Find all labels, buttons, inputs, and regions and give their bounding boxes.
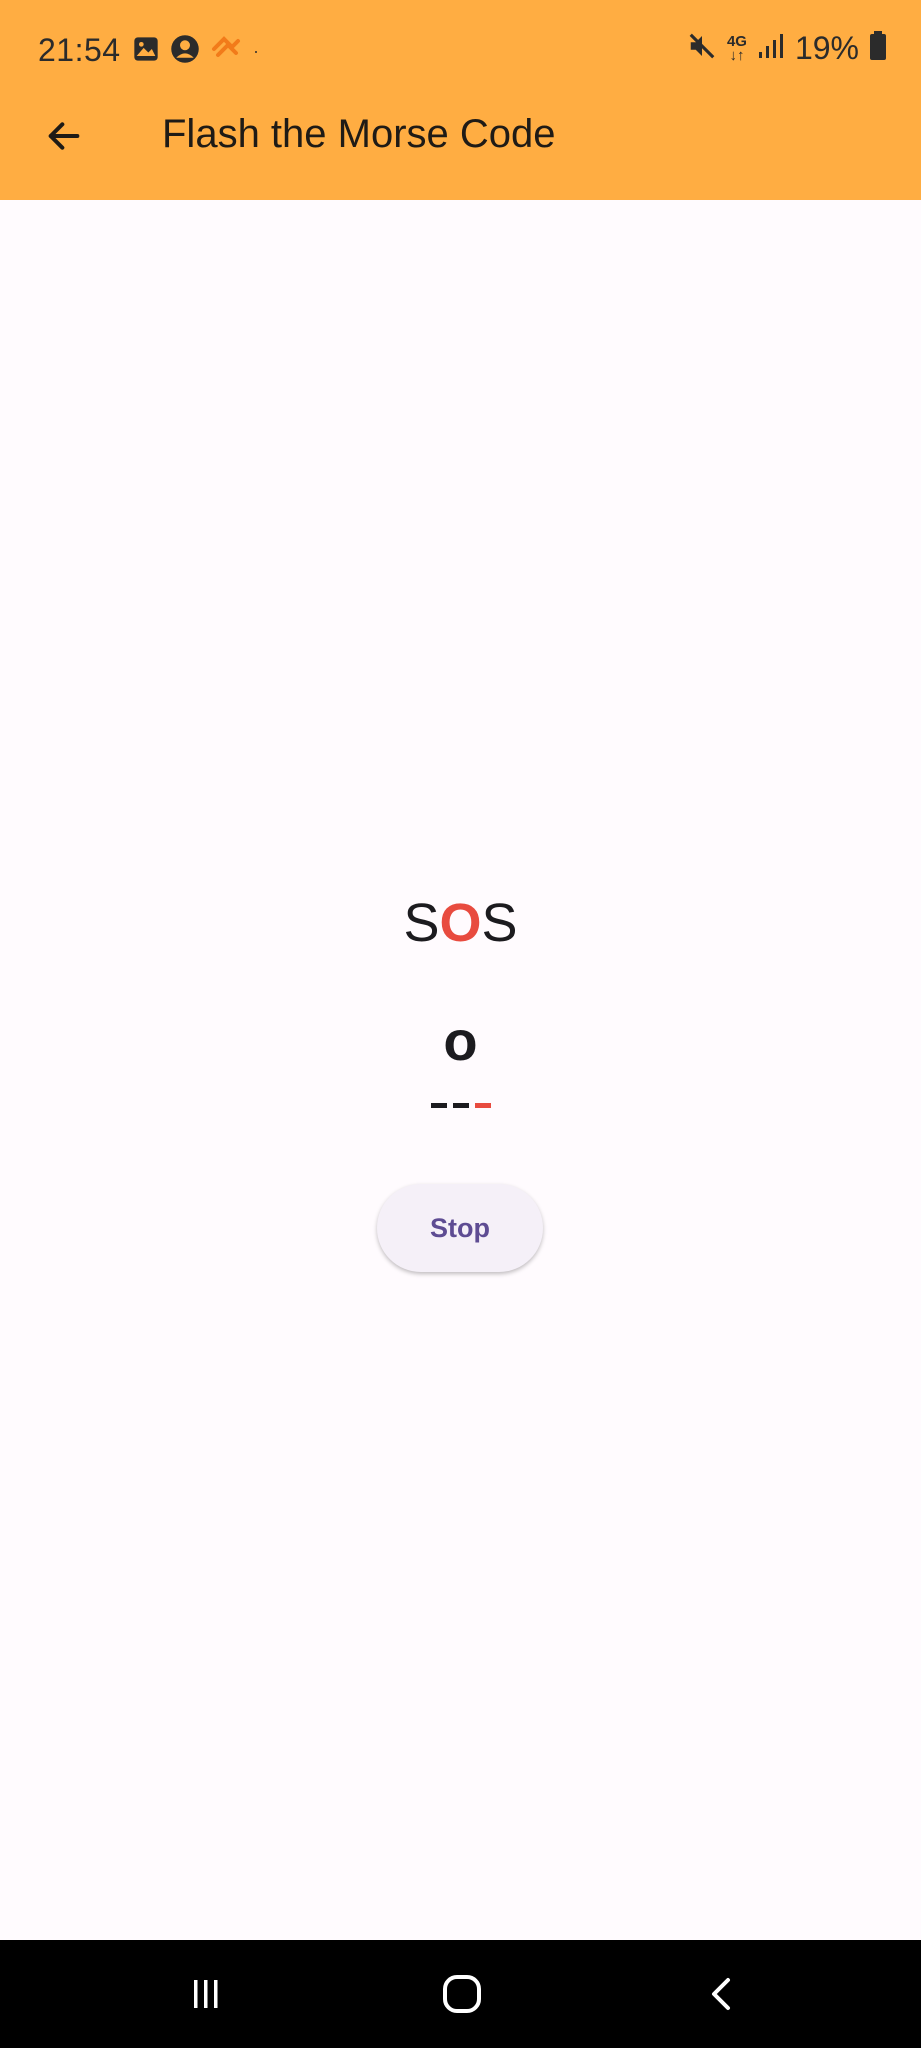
arrow-back-icon[interactable] <box>40 112 88 160</box>
back-icon[interactable] <box>694 1966 750 2022</box>
notification-icons <box>132 34 260 69</box>
morse-symbol <box>430 1102 447 1108</box>
stop-button[interactable]: Stop <box>377 1184 543 1272</box>
gallery-icon <box>132 35 160 68</box>
word-letter: S <box>481 893 518 953</box>
network-type: 4G ↓↑ <box>726 32 747 64</box>
main-content: SOS o Stop <box>0 200 921 1940</box>
current-letter: o <box>443 1009 478 1072</box>
morse-word: SOS <box>0 892 921 954</box>
word-letter: S <box>403 893 440 953</box>
morse-symbol-active <box>474 1102 491 1108</box>
top-bar: 21:54 4G ↓↑ 19% Flash the Morse Code <box>0 0 921 200</box>
status-right: 4G ↓↑ 19% <box>687 30 887 67</box>
recent-apps-icon[interactable] <box>178 1966 234 2022</box>
word-current-letter: O <box>439 893 482 953</box>
mute-icon <box>687 31 717 66</box>
battery-level: 19% <box>794 30 859 66</box>
home-icon[interactable] <box>434 1966 490 2022</box>
page-title: Flash the Morse Code <box>162 112 556 156</box>
account-icon <box>170 34 200 69</box>
status-bar: 21:54 4G ↓↑ 19% <box>0 0 921 104</box>
app-bar: Flash the Morse Code <box>0 104 921 200</box>
app-icon <box>210 35 242 68</box>
morse-symbol <box>452 1102 469 1108</box>
morse-code <box>0 1093 921 1117</box>
network-label: 4G <box>726 32 747 50</box>
battery-icon <box>869 31 887 66</box>
signal-icon <box>757 32 785 65</box>
status-time: 21:54 <box>38 32 121 68</box>
system-nav-bar <box>0 1940 921 2048</box>
dot-icon <box>252 43 260 61</box>
